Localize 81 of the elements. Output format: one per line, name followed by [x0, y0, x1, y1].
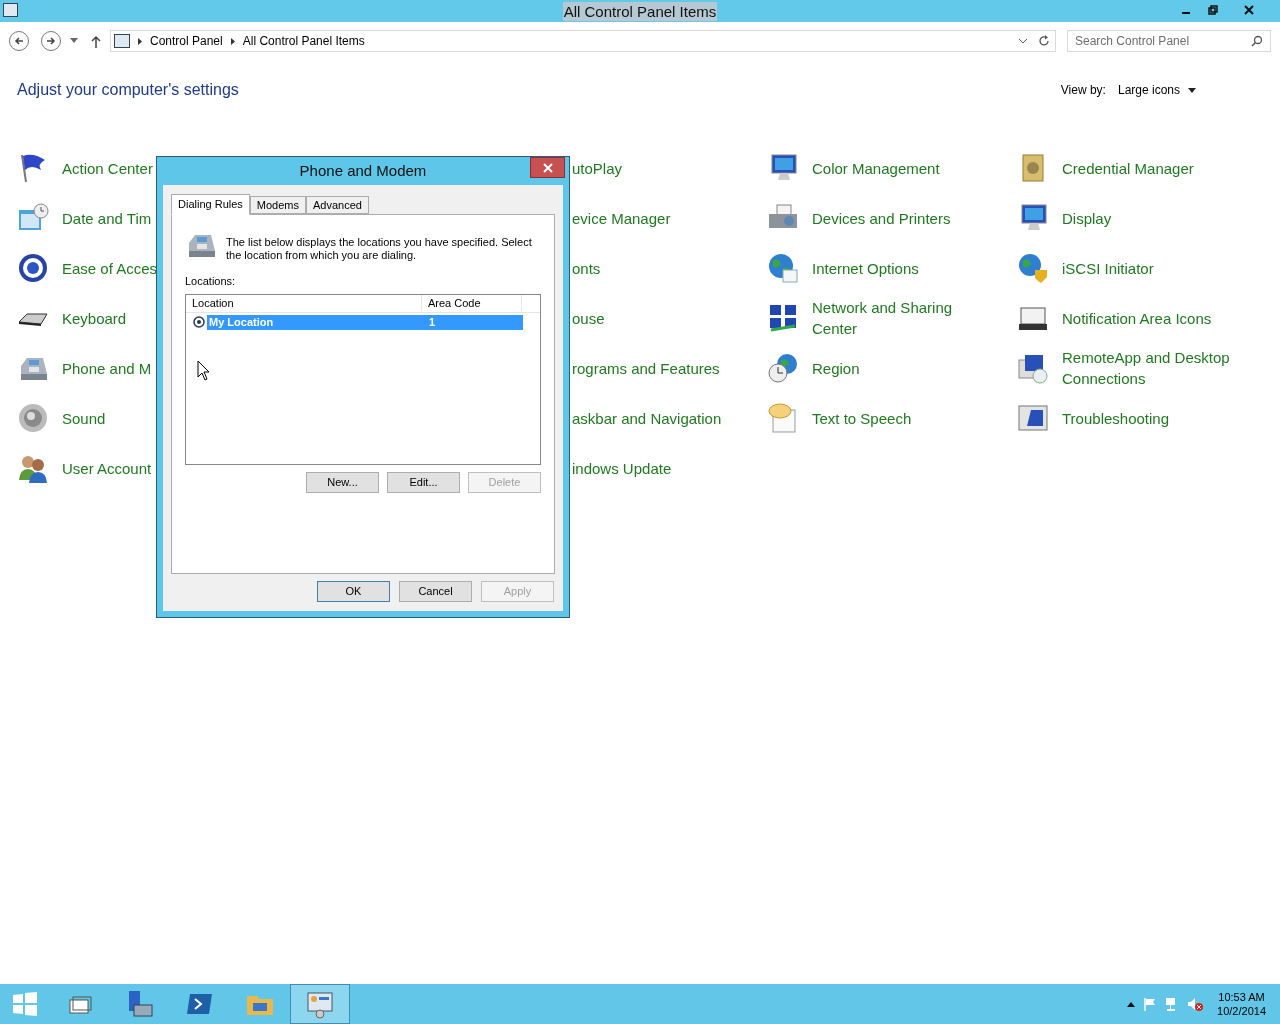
column-header[interactable]: Location [186, 294, 422, 312]
dialog-tab[interactable]: Modems [249, 196, 306, 214]
description-text: The list below displays the locations you have specified. Select the location from which you are dialing. [226, 235, 533, 262]
breadcrumb[interactable]: All Control Panel Items [242, 32, 365, 50]
address-bar[interactable]: Control Panel All Control Panel Items [110, 30, 1056, 52]
view-by-label: View by: [1060, 82, 1106, 99]
column-header[interactable]: Area Code [422, 294, 522, 312]
dialog-tab[interactable]: Dialing Rules [171, 194, 250, 215]
close-button[interactable] [530, 157, 565, 178]
control-panel-link[interactable]: Troubleshooting [1062, 407, 1169, 429]
windows-logo-icon [10, 989, 40, 1019]
dialog-button[interactable]: OK [317, 581, 390, 602]
chevron-icon [230, 37, 235, 45]
restore-icon [1207, 5, 1218, 15]
dialog-button[interactable]: Cancel [399, 581, 472, 602]
location-name: My Location [208, 314, 275, 330]
control-panel-link[interactable]: onts [572, 257, 601, 279]
right-arrow-icon [46, 36, 56, 46]
chevron-icon [138, 37, 142, 45]
up-arrow-icon[interactable] [90, 34, 102, 48]
muted-speaker-icon[interactable] [1187, 997, 1204, 1011]
speech-icon [767, 402, 799, 434]
mouse-pointer-icon [197, 360, 210, 381]
refresh-icon[interactable] [1038, 35, 1050, 47]
control-panel-link[interactable]: Devices and Printers [812, 207, 951, 229]
control-panel-link[interactable]: askbar and Navigation [572, 407, 722, 429]
globe-icon [767, 252, 799, 284]
control-panel-link[interactable]: Notification Area Icons [1062, 307, 1212, 329]
breadcrumb[interactable]: Control Panel [150, 32, 223, 50]
search-icon [1251, 35, 1263, 47]
location-row[interactable]: My Location 1 [207, 314, 523, 330]
control-panel-link[interactable]: RemoteApp and Desktop Connections [1062, 347, 1252, 389]
radio-icon [193, 316, 205, 328]
control-panel-link[interactable]: Sound [62, 407, 106, 429]
control-panel-link[interactable]: Date and Tim [62, 207, 152, 229]
control-panel-link[interactable]: Phone and M [62, 357, 152, 379]
control-panel-link[interactable]: Region [812, 357, 860, 379]
control-panel-link[interactable]: indows Update [572, 457, 672, 479]
control-panel-link[interactable]: Action Center [62, 157, 153, 179]
control-panel-icon [305, 989, 335, 1019]
control-panel-link[interactable]: Network and Sharing Center [812, 297, 972, 339]
dropdown-icon[interactable] [70, 38, 78, 44]
clock-icon [767, 352, 799, 384]
shield-icon [1017, 252, 1049, 284]
view-dropdown[interactable]: Large icons [1117, 81, 1196, 99]
area-code: 1 [429, 314, 436, 330]
up-caret-icon[interactable] [1127, 1001, 1136, 1007]
control-panel-link[interactable]: Keyboard [62, 307, 127, 329]
left-arrow-icon [14, 36, 24, 46]
control-panel-link[interactable]: utoPlay [572, 157, 623, 179]
search-field[interactable]: Search Control Panel [1067, 30, 1271, 52]
close-icon [1244, 5, 1254, 15]
window-title: All Control Panel Items [562, 1, 718, 21]
control-panel-link[interactable]: Ease of Acces [62, 257, 158, 279]
control-panel-link[interactable]: Display [1062, 207, 1112, 229]
dialog-button[interactable]: New... [306, 471, 379, 493]
control-panel-link[interactable]: evice Manager [572, 207, 671, 229]
control-panel-link[interactable]: Credential Manager [1062, 157, 1194, 179]
control-panel-link[interactable]: Text to Speech [812, 407, 912, 429]
locations-label: Locations: [185, 274, 236, 289]
control-panel-link[interactable]: iSCSI Initiator [1062, 257, 1154, 279]
control-panel-icon [114, 34, 130, 48]
control-panel-link[interactable]: User Account [62, 457, 152, 479]
dialog-button[interactable]: Edit... [387, 471, 460, 493]
clock-time[interactable]: 10:53 AM [1218, 990, 1265, 1004]
speaker-icon [17, 402, 49, 434]
minimize-icon [1181, 12, 1190, 14]
control-panel-link[interactable]: ouse [572, 307, 605, 329]
chevron-down-icon[interactable] [1018, 38, 1028, 44]
page-heading: Adjust your computer's settings [17, 80, 239, 100]
close-icon [542, 162, 553, 173]
control-panel-link[interactable]: Internet Options [812, 257, 919, 279]
dialog-tab[interactable]: Advanced [306, 196, 369, 214]
control-panel-link[interactable]: Color Management [812, 157, 940, 179]
dialog-title: Phone and Modem [299, 160, 427, 181]
control-panel-link[interactable]: rograms and Features [572, 357, 720, 379]
network-icon [767, 302, 799, 334]
caret-icon [1188, 87, 1196, 93]
clock-date[interactable]: 10/2/2014 [1217, 1004, 1266, 1018]
control-panel-icon [3, 3, 18, 17]
taskbar-button[interactable] [290, 984, 350, 1024]
